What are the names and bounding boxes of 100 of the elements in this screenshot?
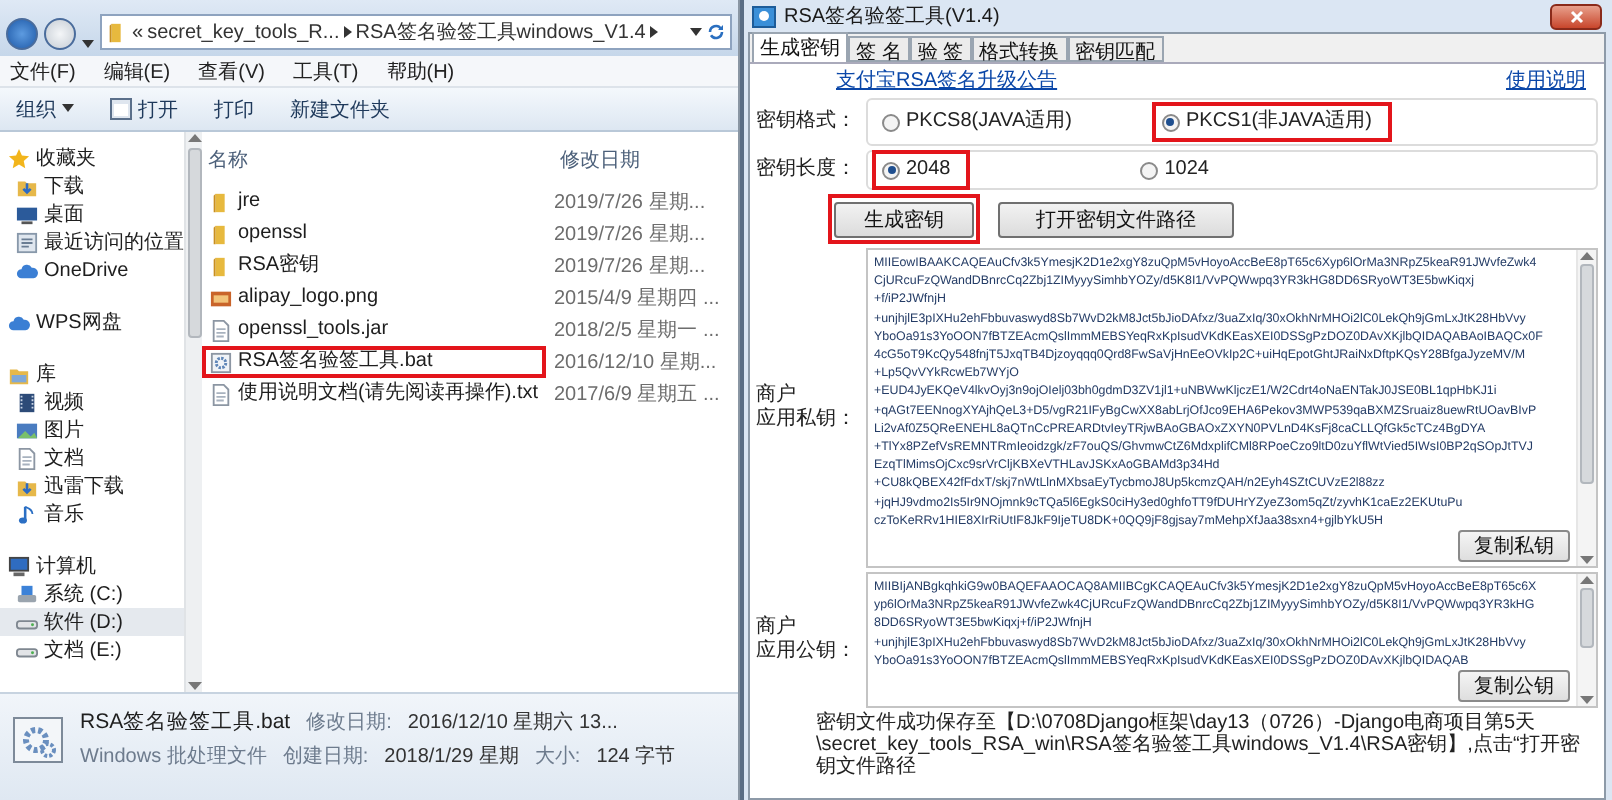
option-label: 1024 (1164, 158, 1209, 182)
nav-item[interactable]: 音乐 (0, 500, 184, 528)
nav-item[interactable]: 最近访问的位置 (0, 228, 184, 256)
close-icon (1569, 9, 1583, 23)
detail-value: 2016/12/10 星期六 13... (407, 709, 618, 736)
status-message: 密钥文件成功保存至【D:\0708Django框架\day13（0726）-Django电商项目第5天 \secret_key_tools_RSA_win\RSA签名验签工具windows_V1.4\RSA密钥】,点击“打开密钥文件路径 (814, 712, 1582, 779)
window-title: RSA签名验签工具(V1.4) (784, 4, 1002, 30)
nav-item[interactable]: 下载 (0, 172, 184, 200)
tab[interactable]: 格式转换 (971, 36, 1068, 62)
link[interactable]: 支付宝RSA签名升级公告 (836, 70, 1058, 94)
copy-button[interactable]: 复制私钥 (1458, 530, 1570, 563)
action-button[interactable]: 打开密钥文件路径 (998, 202, 1234, 238)
chevron-icon (649, 26, 658, 38)
field-label: 密钥长度： (756, 158, 858, 182)
document-icon (16, 447, 38, 469)
back-button[interactable] (6, 18, 38, 50)
scroll-thumb[interactable] (187, 148, 201, 338)
file-name[interactable]: alipay_logo.png (202, 282, 546, 314)
cloud-icon (8, 311, 30, 333)
film-icon (16, 391, 38, 413)
gear-file-icon (12, 715, 64, 763)
menu-item[interactable]: 工具(T) (292, 57, 359, 85)
file-name[interactable]: RSA签名验签工具.bat (202, 346, 546, 378)
chevron-icon (343, 26, 352, 38)
file-name[interactable]: openssl (202, 218, 546, 250)
radio-button[interactable] (882, 161, 900, 179)
scroll-thumb[interactable] (1580, 588, 1594, 649)
file-date: 2019/7/26 星期... (554, 189, 708, 216)
scroll-down-icon[interactable] (1580, 696, 1594, 707)
scroll-down-icon[interactable] (1580, 556, 1594, 567)
tab[interactable]: 验 签 (909, 36, 972, 62)
close-button[interactable] (1550, 3, 1602, 29)
toolbar-button[interactable]: 新建文件夹 (290, 95, 390, 123)
option-label: PKCS1(非JAVA适用) (1185, 110, 1372, 134)
file-name[interactable]: openssl_tools.jar (202, 314, 546, 346)
desktop-icon (16, 203, 38, 225)
picture-icon (16, 419, 38, 441)
file-name[interactable]: RSA密钥 (202, 250, 546, 282)
file-date: 2018/2/5 星期一 ... (554, 317, 720, 344)
radio-button[interactable] (882, 113, 900, 131)
radio-button[interactable] (1161, 113, 1180, 131)
menu-item[interactable]: 查看(V) (198, 57, 265, 85)
nav-item[interactable]: 桌面 (0, 200, 184, 228)
tab[interactable]: 签 名 (848, 36, 910, 62)
menu-item[interactable]: 编辑(E) (103, 57, 171, 85)
computer-icon (8, 555, 30, 577)
tab[interactable]: 密钥匹配 (1067, 36, 1164, 62)
scroll-thumb[interactable] (1580, 264, 1594, 484)
file-date: 2019/7/26 星期... (554, 253, 708, 280)
key-label: 商户 应用私钥： (756, 384, 858, 433)
link[interactable]: 使用说明 (1506, 70, 1586, 94)
image-file-icon (210, 287, 232, 309)
detail-label: 修改日期: (306, 709, 392, 736)
nav-item[interactable]: OneDrive (0, 256, 184, 284)
copy-button[interactable]: 复制公钥 (1458, 670, 1570, 703)
detail-label: 大小: (534, 743, 581, 770)
file-name: RSA签名验签工具.bat (80, 708, 291, 736)
file-date: 2015/4/9 星期四 ... (554, 285, 720, 312)
forward-button[interactable] (44, 18, 76, 50)
toolbar-button[interactable]: 打开 (110, 95, 178, 123)
address-bar[interactable]: « secret_key_tools_R... RSA签名验签工具windows_V1.4 (100, 14, 732, 50)
nav-item[interactable]: 软件 (D:) (0, 608, 184, 636)
detail-label: 创建日期: (282, 743, 369, 770)
app-icon (752, 5, 776, 27)
window-icon (110, 98, 132, 120)
caret-icon (62, 104, 74, 114)
option-label: 2048 (906, 158, 951, 182)
document-icon (210, 383, 232, 405)
option-label: PKCS8(JAVA适用) (906, 110, 1072, 134)
nav-item[interactable]: 计算机 (0, 552, 184, 580)
toolbar-button[interactable]: 打印 (214, 95, 254, 123)
places-icon (16, 231, 38, 253)
column-header[interactable]: 修改日期 (554, 140, 720, 186)
radio-button[interactable] (1140, 161, 1159, 179)
menu-item[interactable]: 帮助(H) (386, 57, 455, 85)
nav-item[interactable]: 文档 (E:) (0, 636, 184, 664)
tab[interactable]: 生成密钥 (752, 32, 848, 62)
file-name[interactable]: 使用说明文档(请先阅读再操作).txt (202, 378, 546, 410)
nav-item[interactable]: 图片 (0, 416, 184, 444)
nav-item[interactable]: 视频 (0, 388, 184, 416)
nav-item[interactable]: WPS网盘 (0, 308, 184, 336)
nav-item[interactable]: 迅雷下载 (0, 472, 184, 500)
nav-item[interactable]: 收藏夹 (0, 144, 184, 172)
cloud-icon (16, 259, 38, 281)
action-button[interactable]: 生成密钥 (834, 202, 974, 238)
nav-item[interactable]: 文档 (0, 444, 184, 472)
file-date: 2017/6/9 星期五 ... (554, 381, 720, 408)
nav-item[interactable]: 系统 (C:) (0, 580, 184, 608)
refresh-icon[interactable] (706, 22, 726, 42)
scroll-up-icon[interactable] (1580, 250, 1594, 260)
column-header[interactable]: 名称 (202, 140, 546, 186)
star-icon (8, 147, 30, 169)
file-name[interactable]: jre (202, 186, 546, 218)
menu-item[interactable]: 文件(F) (10, 57, 76, 85)
toolbar-button[interactable]: 组织 (16, 95, 74, 123)
gear-file-icon (210, 351, 232, 373)
field-label: 密钥格式： (756, 110, 858, 134)
nav-item[interactable]: 库 (0, 360, 184, 388)
system-drive-icon (16, 583, 38, 605)
file-date: 2016/12/10 星期... (554, 349, 719, 376)
